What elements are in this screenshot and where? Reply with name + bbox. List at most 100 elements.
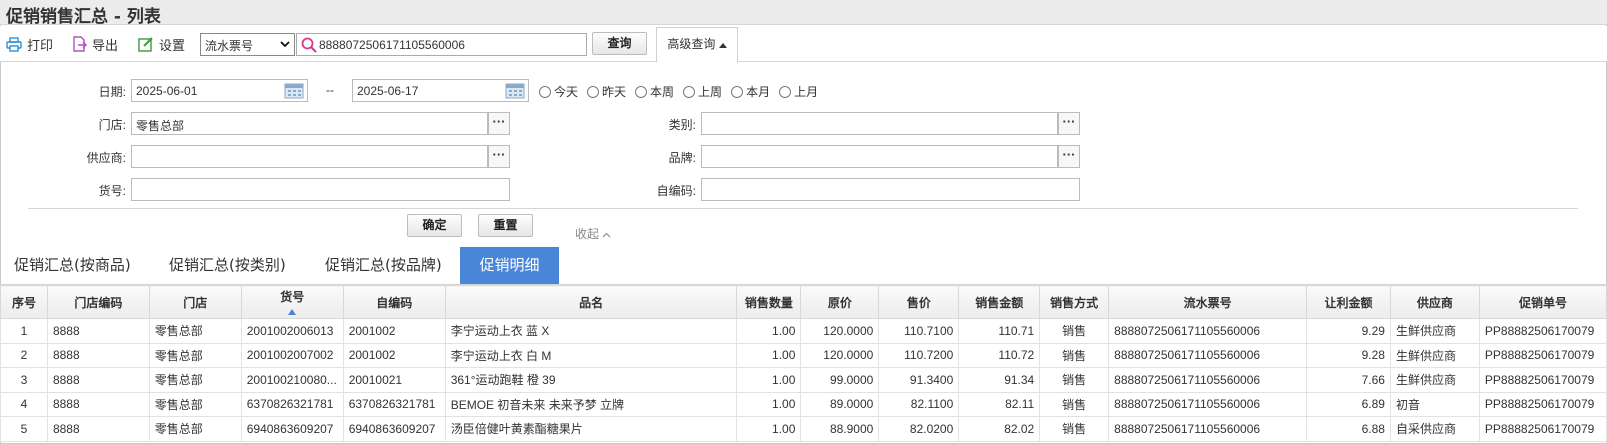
chevron-down-icon [280, 41, 290, 48]
column-header[interactable]: 销售数量 [736, 285, 802, 319]
calendar-icon[interactable] [505, 82, 525, 99]
table-row[interactable]: 5 8888 零售总部 6940863609207 6940863609207 汤臣倍健叶… [0, 416, 1607, 442]
column-header[interactable]: 流水票号 [1108, 285, 1308, 319]
reset-button[interactable]: 重置 [478, 214, 533, 237]
store-picker-button[interactable]: ··· [488, 112, 510, 135]
radio-circle [635, 85, 648, 98]
settings-button[interactable]: 设置 [138, 34, 185, 54]
category-input[interactable] [701, 112, 1058, 135]
table-cell: PP88882506170079 [1478, 391, 1607, 417]
calendar-icon[interactable] [284, 82, 304, 99]
radio-last-week[interactable]: 上周 [683, 83, 722, 100]
table-row[interactable]: 1 8888 零售总部 2001002006013 2001002 李宁运动上衣 蓝 X1… [0, 318, 1607, 344]
column-header[interactable]: 让利金额 [1306, 285, 1391, 319]
search-input-value: 8888072506171105560006 [319, 38, 465, 52]
table-cell: 销售 [1039, 342, 1110, 368]
table-cell: 110.7100 [878, 318, 960, 344]
date-label: 日期: [98, 85, 126, 99]
column-header[interactable]: 序号 [0, 285, 48, 319]
table-cell: 8888 [46, 416, 150, 442]
radio-today[interactable]: 今天 [539, 83, 578, 100]
column-header[interactable]: 门店编码 [46, 285, 150, 319]
table-cell: 6.89 [1306, 391, 1391, 417]
table-cell: 6370826321781 [240, 391, 344, 417]
table-cell: 李宁运动上衣 蓝 X [444, 318, 738, 344]
table-cell: 7.66 [1306, 367, 1391, 393]
tab-by-product[interactable]: 促销汇总(按商品) [14, 247, 131, 284]
table-row[interactable]: 3 8888 零售总部 200100210080... 20010021 361°运动跑鞋… [0, 367, 1607, 393]
radio-label: 今天 [554, 85, 579, 99]
date-to-value: 2025-06-17 [357, 84, 419, 98]
table-cell: 初音 [1389, 391, 1480, 417]
date-to-input[interactable]: 2025-06-17 [352, 79, 529, 102]
column-header[interactable]: 销售方式 [1039, 285, 1110, 319]
store-input[interactable]: 零售总部 [131, 112, 488, 135]
column-header[interactable]: 原价 [800, 285, 880, 319]
item-no-label: 货号: [98, 184, 126, 198]
self-code-input[interactable] [701, 178, 1080, 201]
table-cell: 88.9000 [800, 416, 880, 442]
column-header-sorted[interactable]: 货号 [240, 285, 344, 319]
column-header[interactable]: 销售金额 [958, 285, 1041, 319]
table-cell: 110.71 [958, 318, 1041, 344]
column-header[interactable]: 门店 [148, 285, 242, 319]
table-cell: 1.00 [736, 318, 802, 344]
table-cell: 汤臣倍健叶黄素酯糖果片 [444, 416, 738, 442]
table-cell: 生鲜供应商 [1389, 367, 1480, 393]
search-input[interactable]: 8888072506171105560006 [296, 33, 587, 56]
table-cell: 82.02 [958, 416, 1041, 442]
search-field-select[interactable]: 流水票号 [200, 33, 295, 56]
table-row[interactable]: 2 8888 零售总部 2001002007002 2001002 李宁运动上衣 白 M1… [0, 342, 1607, 368]
brand-label: 品牌: [668, 151, 696, 165]
radio-circle [731, 85, 744, 98]
page-title: 促销销售汇总 - 列表 [6, 7, 161, 27]
supplier-picker-button[interactable]: ··· [488, 145, 510, 168]
table-cell: 82.0200 [878, 416, 960, 442]
radio-yesterday[interactable]: 昨天 [587, 83, 626, 100]
table-cell: 李宁运动上衣 白 M [444, 342, 738, 368]
confirm-button[interactable]: 确定 [407, 214, 462, 237]
search-icon [301, 37, 317, 53]
table-row[interactable]: 4 8888 零售总部 6370826321781 6370826321781 BEMOE… [0, 391, 1607, 417]
brand-input[interactable] [701, 145, 1058, 168]
table-cell: 8888072506171105560006 [1108, 342, 1308, 368]
table-cell: 120.0000 [800, 342, 880, 368]
date-from-input[interactable]: 2025-06-01 [131, 79, 308, 102]
table-cell: 1.00 [736, 416, 802, 442]
table-cell: 8888072506171105560006 [1108, 391, 1308, 417]
table-cell: 9.28 [1306, 342, 1391, 368]
query-button[interactable]: 查询 [592, 32, 647, 55]
radio-this-week[interactable]: 本周 [635, 83, 674, 100]
chevron-up-icon [602, 232, 611, 238]
table-cell: 生鲜供应商 [1389, 342, 1480, 368]
column-header[interactable]: 售价 [878, 285, 960, 319]
table-cell: 零售总部 [148, 391, 242, 417]
table-cell: 自采供应商 [1389, 416, 1480, 442]
brand-picker-button[interactable]: ··· [1058, 145, 1080, 168]
column-header[interactable]: 促销单号 [1478, 285, 1607, 319]
table-cell: 82.11 [958, 391, 1041, 417]
radio-label: 昨天 [602, 85, 627, 99]
supplier-input[interactable] [131, 145, 488, 168]
print-label: 打印 [27, 37, 54, 53]
radio-last-month[interactable]: 上月 [779, 83, 818, 100]
export-button[interactable]: 导出 [72, 34, 118, 54]
column-header[interactable]: 品名 [444, 285, 738, 319]
advanced-query-tab[interactable]: 高级查询 [656, 27, 738, 63]
tab-by-brand[interactable]: 促销汇总(按品牌) [325, 247, 442, 284]
table-cell: 4 [0, 391, 48, 417]
table-cell: 8888072506171105560006 [1108, 318, 1308, 344]
table-cell: 2001002006013 [240, 318, 344, 344]
table-cell: 5 [0, 416, 48, 442]
column-header[interactable]: 自编码 [342, 285, 446, 319]
table-cell: 91.34 [958, 367, 1041, 393]
print-button[interactable]: 打印 [6, 34, 53, 54]
tab-promotion-detail[interactable]: 促销明细 [460, 247, 559, 284]
category-picker-button[interactable]: ··· [1058, 112, 1080, 135]
item-no-input[interactable] [131, 178, 510, 201]
table-cell: 销售 [1039, 318, 1110, 344]
collapse-toggle[interactable]: 收起 [575, 225, 611, 242]
column-header[interactable]: 供应商 [1389, 285, 1480, 319]
tab-by-category[interactable]: 促销汇总(按类别) [169, 247, 286, 284]
radio-this-month[interactable]: 本月 [731, 83, 770, 100]
